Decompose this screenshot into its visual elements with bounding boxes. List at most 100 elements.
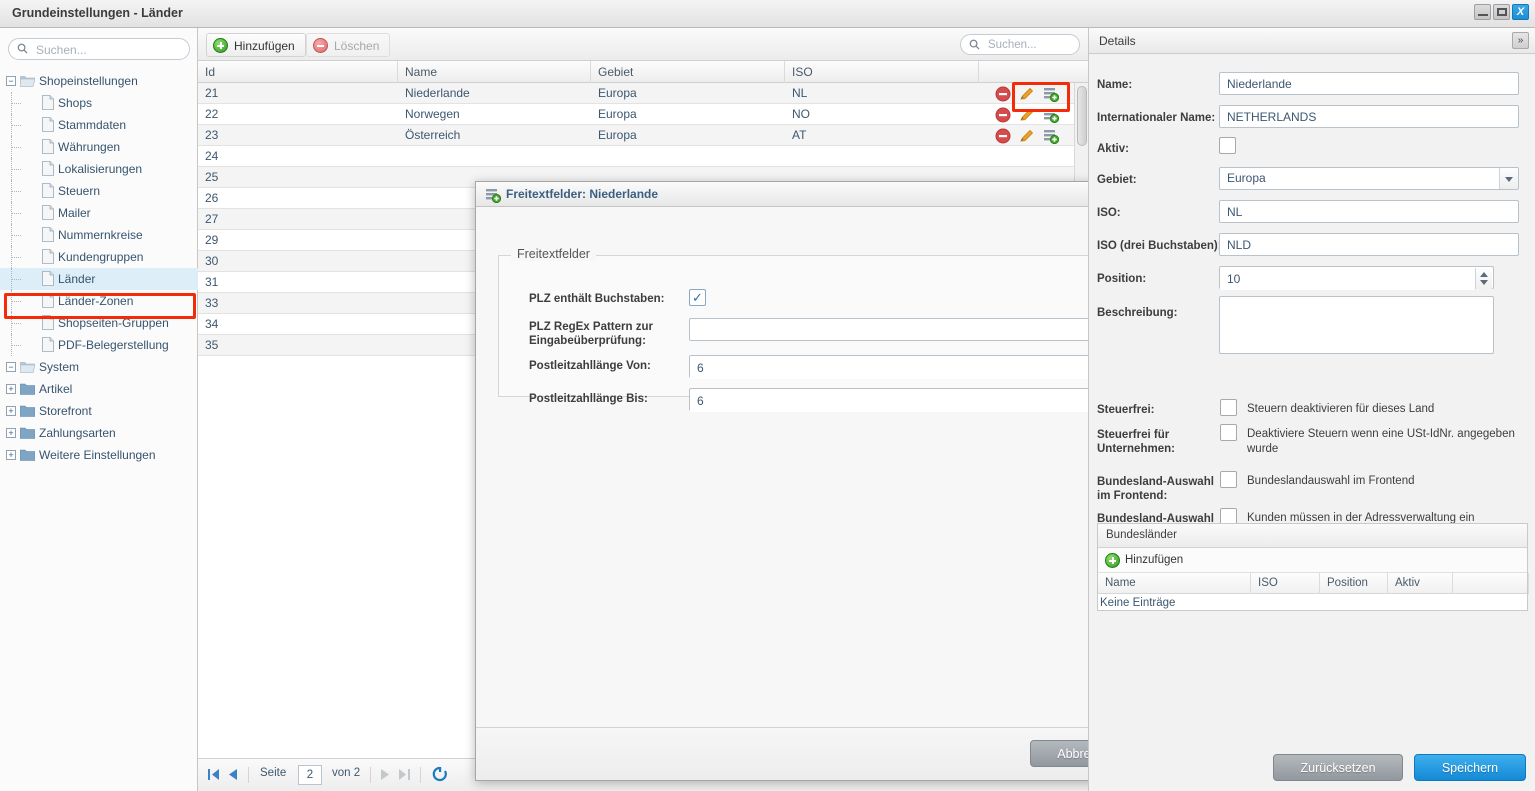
freetext-add-icon[interactable] xyxy=(1043,128,1059,144)
sidebar-item-shops[interactable]: Shops xyxy=(0,92,198,114)
aktiv-label: Aktiv: xyxy=(1097,143,1129,155)
bundeslaender-column-header[interactable]: Position xyxy=(1320,573,1388,594)
minimize-icon[interactable] xyxy=(1474,4,1491,20)
stepper-down-icon[interactable] xyxy=(1480,280,1488,285)
position-input[interactable] xyxy=(1220,267,1475,290)
bundeslaender-column-header[interactable]: Name xyxy=(1098,573,1251,594)
table-row[interactable]: 22 Norwegen Europa NO xyxy=(198,104,1088,125)
sidebar-item-kundengruppen[interactable]: Kundengruppen xyxy=(0,246,198,268)
pencil-icon[interactable] xyxy=(1019,128,1035,144)
beschreibung-textarea[interactable] xyxy=(1219,296,1494,354)
refresh-icon[interactable] xyxy=(432,766,448,782)
gebiet-value: Europa xyxy=(1227,171,1266,185)
checkbox-0[interactable] xyxy=(1220,399,1237,416)
pencil-icon[interactable] xyxy=(1019,107,1035,123)
freetext-add-icon[interactable] xyxy=(1043,86,1059,102)
delete-button[interactable]: Löschen xyxy=(306,33,391,57)
table-cell-iso: AT xyxy=(792,128,807,142)
sidebar-item-label: System xyxy=(39,360,80,374)
grid-search-input[interactable] xyxy=(986,36,1074,54)
pencil-icon[interactable] xyxy=(1019,86,1035,102)
first-page-icon[interactable] xyxy=(208,768,220,781)
sidebar-item-weitere-einstellungen[interactable]: + Weitere Einstellungen xyxy=(0,444,198,466)
sidebar-item-länder-zonen[interactable]: Länder-Zonen xyxy=(0,290,198,312)
next-page-icon[interactable] xyxy=(380,768,390,781)
sidebar-item-nummernkreise[interactable]: Nummernkreise xyxy=(0,224,198,246)
grid-scrollbar[interactable] xyxy=(1074,83,1088,193)
sidebar-search[interactable] xyxy=(8,38,190,60)
aktiv-checkbox[interactable] xyxy=(1219,137,1236,154)
bundeslaender-column-header[interactable]: ISO xyxy=(1251,573,1320,594)
close-icon[interactable]: X xyxy=(1512,4,1529,20)
delete-circle-icon[interactable] xyxy=(995,107,1011,123)
sidebar-item-label: Lokalisierungen xyxy=(58,162,143,176)
position-field[interactable] xyxy=(1219,266,1494,290)
bundeslaender-column-header[interactable] xyxy=(1453,573,1529,594)
grid-search[interactable] xyxy=(960,34,1080,55)
grid-column-header[interactable]: Gebiet xyxy=(591,61,785,83)
table-row[interactable]: 24 xyxy=(198,146,1088,167)
plz-letters-checkbox[interactable]: ✓ xyxy=(689,289,706,306)
sidebar-item-system[interactable]: − System xyxy=(0,356,198,378)
scrollbar-thumb[interactable] xyxy=(1077,86,1087,146)
bundeslaender-toolbar: Hinzufügen xyxy=(1098,548,1527,573)
details-save-button[interactable]: Speichern xyxy=(1414,754,1526,781)
sidebar-item-lokalisierungen[interactable]: Lokalisierungen xyxy=(0,158,198,180)
sidebar-item-länder[interactable]: Länder xyxy=(0,268,198,290)
page-input[interactable] xyxy=(298,765,322,785)
sidebar-item-label: Shops xyxy=(58,96,93,110)
name-input[interactable] xyxy=(1219,72,1519,95)
sidebar-item-label: Stammdaten xyxy=(58,118,127,132)
sidebar-item-artikel[interactable]: + Artikel xyxy=(0,378,198,400)
sidebar-item-shopeinstellungen[interactable]: − Shopeinstellungen xyxy=(0,70,198,92)
last-page-icon[interactable] xyxy=(398,768,410,781)
sidebar-item-mailer[interactable]: Mailer xyxy=(0,202,198,224)
sidebar-item-zahlungsarten[interactable]: + Zahlungsarten xyxy=(0,422,198,444)
checkbox-2[interactable] xyxy=(1220,471,1237,488)
intl-name-input[interactable] xyxy=(1219,105,1519,128)
chevron-down-icon[interactable] xyxy=(1499,168,1518,189)
tree-expander-icon[interactable]: − xyxy=(6,362,16,372)
sidebar-item-label: Shopseiten-Gruppen xyxy=(58,316,169,330)
delete-circle-icon[interactable] xyxy=(995,86,1011,102)
checkbox-1[interactable] xyxy=(1220,424,1237,441)
sidebar-item-pdf-belegerstellung[interactable]: PDF-Belegerstellung xyxy=(0,334,198,356)
minus-circle-icon xyxy=(313,38,328,53)
sidebar-item-währungen[interactable]: Währungen xyxy=(0,136,198,158)
add-button-label: Hinzufügen xyxy=(234,39,295,53)
stepper-up-icon[interactable] xyxy=(1480,272,1488,277)
tree-expander-icon[interactable]: + xyxy=(6,406,16,416)
sidebar-item-stammdaten[interactable]: Stammdaten xyxy=(0,114,198,136)
position-label: Position: xyxy=(1097,273,1147,285)
add-button[interactable]: Hinzufügen xyxy=(206,33,306,57)
freetext-add-icon[interactable] xyxy=(1043,107,1059,123)
table-row[interactable]: 21 Niederlande Europa NL xyxy=(198,83,1088,104)
tree-expander-icon[interactable]: − xyxy=(6,76,16,86)
bundeslaender-add-button[interactable]: Hinzufügen xyxy=(1105,552,1183,569)
iso-input[interactable] xyxy=(1219,200,1519,223)
tree-expander-icon[interactable]: + xyxy=(6,428,16,438)
collapse-panel-icon[interactable]: » xyxy=(1512,32,1529,49)
table-cell-iso: NO xyxy=(792,107,810,121)
search-input[interactable] xyxy=(34,40,184,59)
grid-column-header[interactable]: ISO xyxy=(785,61,979,83)
sidebar-item-shopseiten-gruppen[interactable]: Shopseiten-Gruppen xyxy=(0,312,198,334)
folder-icon xyxy=(20,449,35,461)
tree-expander-icon[interactable]: + xyxy=(6,450,16,460)
prev-page-icon[interactable] xyxy=(228,768,238,781)
sidebar-item-storefront[interactable]: + Storefront xyxy=(0,400,198,422)
grid-column-header[interactable]: Name xyxy=(398,61,591,83)
table-cell-iso: NL xyxy=(792,86,808,100)
grid-column-header[interactable]: Id xyxy=(198,61,398,83)
reset-button[interactable]: Zurücksetzen xyxy=(1273,754,1403,781)
iso3-label: ISO (drei Buchstaben): xyxy=(1097,240,1222,252)
tree-expander-icon[interactable]: + xyxy=(6,384,16,394)
iso3-input[interactable] xyxy=(1219,233,1519,256)
bundeslaender-column-header[interactable]: Aktiv xyxy=(1388,573,1453,594)
sidebar-item-steuern[interactable]: Steuern xyxy=(0,180,198,202)
table-row[interactable]: 23 Österreich Europa AT xyxy=(198,125,1088,146)
gebiet-select[interactable]: Europa xyxy=(1219,167,1519,190)
maximize-icon[interactable] xyxy=(1493,4,1510,20)
position-stepper[interactable] xyxy=(1475,268,1492,289)
delete-circle-icon[interactable] xyxy=(995,128,1011,144)
